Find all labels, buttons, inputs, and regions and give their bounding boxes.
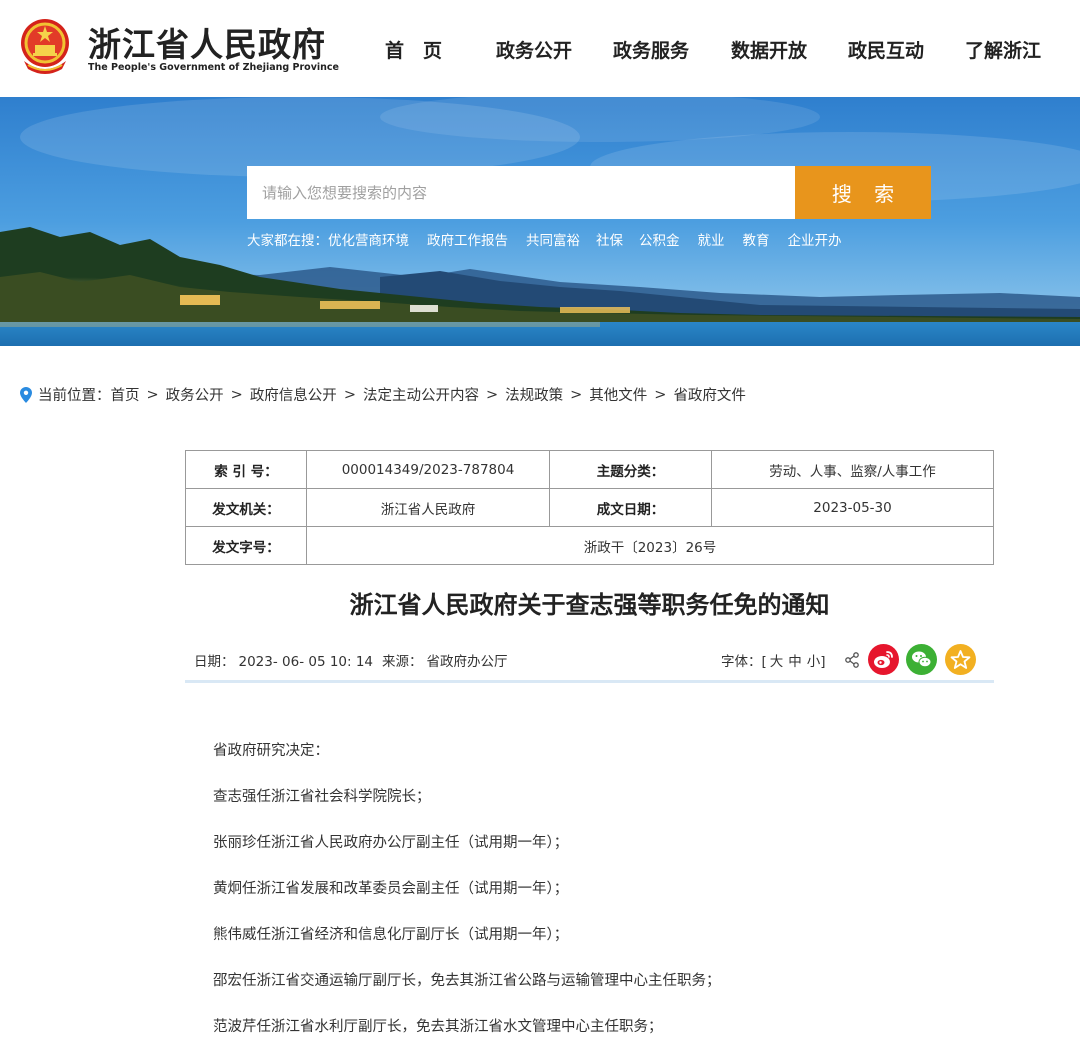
font-size-switcher: 字体：[大中小] — [721, 650, 826, 670]
topic-value: 劳动、人事、监察/人事工作 — [711, 450, 994, 489]
table-row: 发文字号： 浙政干〔2023〕26号 — [185, 526, 994, 565]
hero-banner: 搜 索 大家都在搜：优化营商环境 政府工作报告 共同富裕社保公积金 就业 教育 企业开办 — [0, 97, 1080, 346]
hot-item-education[interactable]: 教育 — [743, 233, 770, 249]
source-label: 来源： — [382, 654, 423, 670]
breadcrumb-separator: > — [485, 386, 499, 403]
lake-scenery-image — [0, 97, 1080, 346]
nav-home[interactable]: 首 页 — [385, 36, 442, 63]
breadcrumb-provincial-documents[interactable]: 省政府文件 — [673, 384, 746, 405]
font-medium-button[interactable]: 中 — [788, 654, 802, 670]
document-info-table: 索 引 号： 000014349/2023-787804 主题分类： 劳动、人事… — [185, 450, 994, 565]
breadcrumb-home[interactable]: 首页 — [111, 384, 140, 405]
breadcrumb-gov-affairs-open[interactable]: 政务公开 — [166, 384, 224, 405]
breadcrumb-other-documents[interactable]: 其他文件 — [589, 384, 647, 405]
article-paragraph: 黄炯任浙江省发展和改革委员会副主任（试用期一年）； — [213, 881, 569, 897]
font-large-button[interactable]: 大 — [770, 654, 784, 670]
breadcrumb: 当前位置： 首页 > 政务公开 > 政府信息公开 > 法定主动公开内容 > 法规… — [20, 384, 746, 405]
search-button[interactable]: 搜 索 — [795, 166, 931, 219]
breadcrumb-regulations[interactable]: 法规政策 — [505, 384, 563, 405]
hot-item-social-security[interactable]: 社保 — [596, 233, 623, 249]
article-paragraph: 张丽珍任浙江省人民政府办公厅副主任（试用期一年）； — [213, 835, 569, 851]
article-meta: 日期： 2023- 06- 05 10: 14 来源： 省政府办公厅 — [194, 650, 508, 670]
hot-searches-label: 大家都在搜： — [247, 233, 328, 249]
breadcrumb-separator: > — [654, 386, 667, 403]
issuer-value: 浙江省人民政府 — [306, 488, 550, 527]
article-paragraph: 邵宏任浙江省交通运输厅副厅长，免去其浙江省公路与运输管理中心主任职务； — [213, 973, 721, 989]
hot-item-business-startup[interactable]: 企业开办 — [788, 233, 842, 249]
article-body: 省政府研究决定： 查志强任浙江省社会科学院院长； 张丽珍任浙江省人民政府办公厅副… — [213, 741, 973, 1063]
source-value: 省政府办公厅 — [426, 654, 508, 670]
font-size-label: 字体：[ — [721, 654, 767, 670]
breadcrumb-separator: > — [230, 386, 243, 403]
weibo-share-button[interactable] — [868, 644, 899, 675]
date-label: 日期： — [194, 654, 235, 670]
favorite-icon — [950, 650, 971, 669]
article-paragraph: 范波芹任浙江省水利厅副厅长，免去其浙江省水文管理中心主任职务； — [213, 1019, 663, 1035]
breadcrumb-separator: > — [146, 386, 159, 403]
wechat-icon — [912, 651, 932, 668]
index-number-value: 000014349/2023-787804 — [306, 450, 550, 489]
article-paragraph: 省政府研究决定： — [213, 743, 329, 759]
location-pin-icon — [20, 386, 32, 403]
index-number-label: 索 引 号： — [185, 450, 307, 489]
site-header: 浙江省人民政府 The People's Government of Zheji… — [0, 0, 1080, 97]
search-input[interactable] — [247, 166, 795, 219]
publish-date: 2023- 06- 05 10: 14 — [238, 654, 374, 670]
nav-interaction[interactable]: 政民互动 — [848, 36, 924, 63]
hot-item-housing-fund[interactable]: 公积金 — [639, 233, 680, 249]
font-small-button[interactable]: 小 — [807, 654, 821, 670]
article-title: 浙江省人民政府关于查志强等职务任免的通知 — [349, 591, 830, 619]
weibo-icon — [874, 651, 893, 668]
font-size-bracket: ] — [820, 654, 826, 670]
nav-about-zhejiang[interactable]: 了解浙江 — [965, 36, 1041, 63]
issuer-label: 发文机关： — [185, 488, 307, 527]
document-number-label: 发文字号： — [185, 526, 307, 565]
table-row: 发文机关： 浙江省人民政府 成文日期： 2023-05-30 — [185, 488, 994, 527]
hot-item-common-prosperity[interactable]: 共同富裕 — [526, 233, 580, 249]
issue-date-value: 2023-05-30 — [711, 488, 994, 527]
article-paragraph: 查志强任浙江省社会科学院院长； — [213, 789, 431, 805]
hot-item-work-report[interactable]: 政府工作报告 — [427, 233, 508, 249]
article-meta-bar: 日期： 2023- 06- 05 10: 14 来源： 省政府办公厅 字体：[大中小] — [185, 638, 994, 683]
hot-item-business-environment[interactable]: 优化营商环境 — [328, 233, 409, 249]
document-number-value: 浙政干〔2023〕26号 — [306, 526, 994, 565]
hot-searches: 大家都在搜：优化营商环境 政府工作报告 共同富裕 社保 公积金 就业 教育 企业开办 — [247, 229, 842, 249]
breadcrumb-separator: > — [570, 386, 583, 403]
hot-item-employment[interactable]: 就业 — [698, 233, 725, 249]
breadcrumb-separator: > — [343, 386, 356, 403]
article-paragraph: 熊伟威任浙江省经济和信息化厅副厅长（试用期一年）； — [213, 927, 569, 943]
nav-open-data[interactable]: 数据开放 — [731, 36, 807, 63]
table-row: 索 引 号： 000014349/2023-787804 主题分类： 劳动、人事… — [185, 450, 994, 489]
nav-gov-affairs-open[interactable]: 政务公开 — [496, 36, 572, 63]
breadcrumb-prefix: 当前位置： — [38, 388, 111, 404]
nav-gov-services[interactable]: 政务服务 — [613, 36, 689, 63]
wechat-share-button[interactable] — [906, 644, 937, 675]
breadcrumb-gov-info-open[interactable]: 政府信息公开 — [250, 384, 337, 405]
favorite-button[interactable] — [945, 644, 976, 675]
issue-date-label: 成文日期： — [549, 488, 712, 527]
main-nav: 首 页 政务公开 政务服务 数据开放 政民互动 了解浙江 — [0, 36, 1080, 64]
share-icon[interactable] — [844, 652, 860, 668]
breadcrumb-statutory-content[interactable]: 法定主动公开内容 — [363, 384, 479, 405]
topic-label: 主题分类： — [549, 450, 712, 489]
